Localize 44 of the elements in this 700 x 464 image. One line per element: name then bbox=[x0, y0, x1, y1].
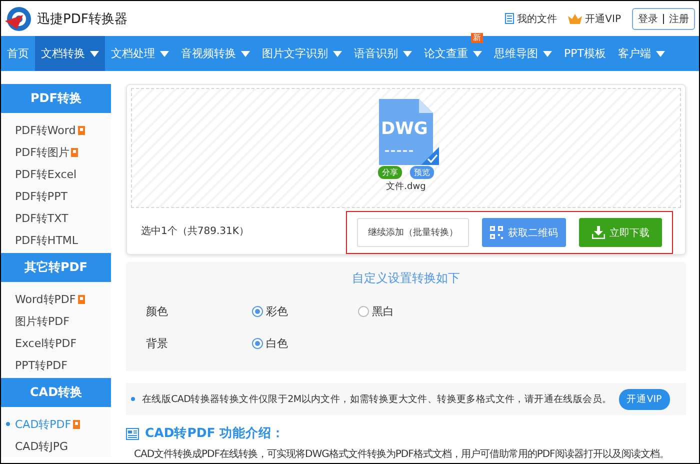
sidebar-item[interactable]: PDF转Word bbox=[1, 119, 111, 141]
nav-tab[interactable]: 文档转换 bbox=[35, 36, 105, 71]
sidebar-item[interactable]: PDF转图片 bbox=[1, 141, 111, 163]
sidebar-item[interactable]: PDF转TXT bbox=[1, 207, 111, 229]
sidebar-item[interactable]: PDF转HTML bbox=[1, 229, 111, 251]
sidebar-heading: CAD转换 bbox=[1, 378, 111, 407]
file-icon bbox=[379, 99, 433, 165]
newspaper-icon bbox=[126, 428, 139, 440]
setting-label: 背景 bbox=[146, 336, 169, 350]
file-name: 文件.dwg bbox=[386, 180, 426, 193]
intro-text: CAD文件转换成PDF在线转换，可实现将DWG格式文件转换为PDF格式文档，用户可借助常用的PDF阅读器打开以及阅读文档。 bbox=[133, 448, 670, 461]
new-badge: 新 bbox=[471, 33, 483, 43]
register-link[interactable]: 注册 bbox=[669, 12, 689, 26]
crown-icon bbox=[568, 14, 582, 24]
radio-button[interactable] bbox=[252, 338, 263, 348]
radio-option[interactable]: 白色 bbox=[252, 336, 358, 350]
setting-label: 颜色 bbox=[146, 304, 169, 318]
qr-code-icon bbox=[490, 226, 503, 239]
logo-text: 迅捷PDF转换器 bbox=[37, 10, 128, 28]
radio-button[interactable] bbox=[252, 306, 263, 316]
notice-text: 在线版CAD转换器转换文件仅限于2M以内文件，如需转换更大文件、转换更多格式文件，请开通在线版会员。 bbox=[142, 392, 612, 406]
vip-link[interactable]: 开通VIP bbox=[585, 12, 621, 26]
sidebar-item[interactable]: Word转PDF bbox=[1, 288, 111, 310]
sidebar-item[interactable]: PPT转PDF bbox=[1, 354, 111, 376]
selection-summary: 选中1个（共789.31K） bbox=[141, 224, 249, 238]
sidebar-item[interactable]: PDF转Excel bbox=[1, 163, 111, 185]
file-type-label: DWG bbox=[381, 119, 428, 139]
radio-option[interactable]: 彩色 bbox=[252, 304, 358, 318]
sidebar-heading: PDF转换 bbox=[1, 84, 111, 113]
document-icon bbox=[505, 13, 514, 24]
logo-icon bbox=[3, 4, 33, 32]
login-link[interactable]: 登录 bbox=[638, 12, 658, 26]
my-files-link[interactable]: 我的文件 bbox=[517, 12, 558, 26]
radio-button[interactable] bbox=[358, 306, 369, 316]
add-more-button[interactable]: 继续添加（批量转换） bbox=[357, 218, 469, 247]
download-icon bbox=[592, 226, 604, 239]
sidebar-heading: 其它转PDF bbox=[1, 253, 111, 282]
sidebar-item[interactable]: PDF转PPT bbox=[1, 185, 111, 207]
sidebar-item[interactable]: CAD转JPG bbox=[1, 435, 111, 457]
sidebar-item[interactable]: 图片转PDF bbox=[1, 310, 111, 332]
settings-title: 自定义设置转换如下 bbox=[351, 270, 461, 287]
sidebar-item[interactable]: Excel转PDF bbox=[1, 332, 111, 354]
intro-heading: CAD转PDF 功能介绍： bbox=[145, 425, 285, 442]
radio-option[interactable]: 黑白 bbox=[358, 304, 464, 318]
